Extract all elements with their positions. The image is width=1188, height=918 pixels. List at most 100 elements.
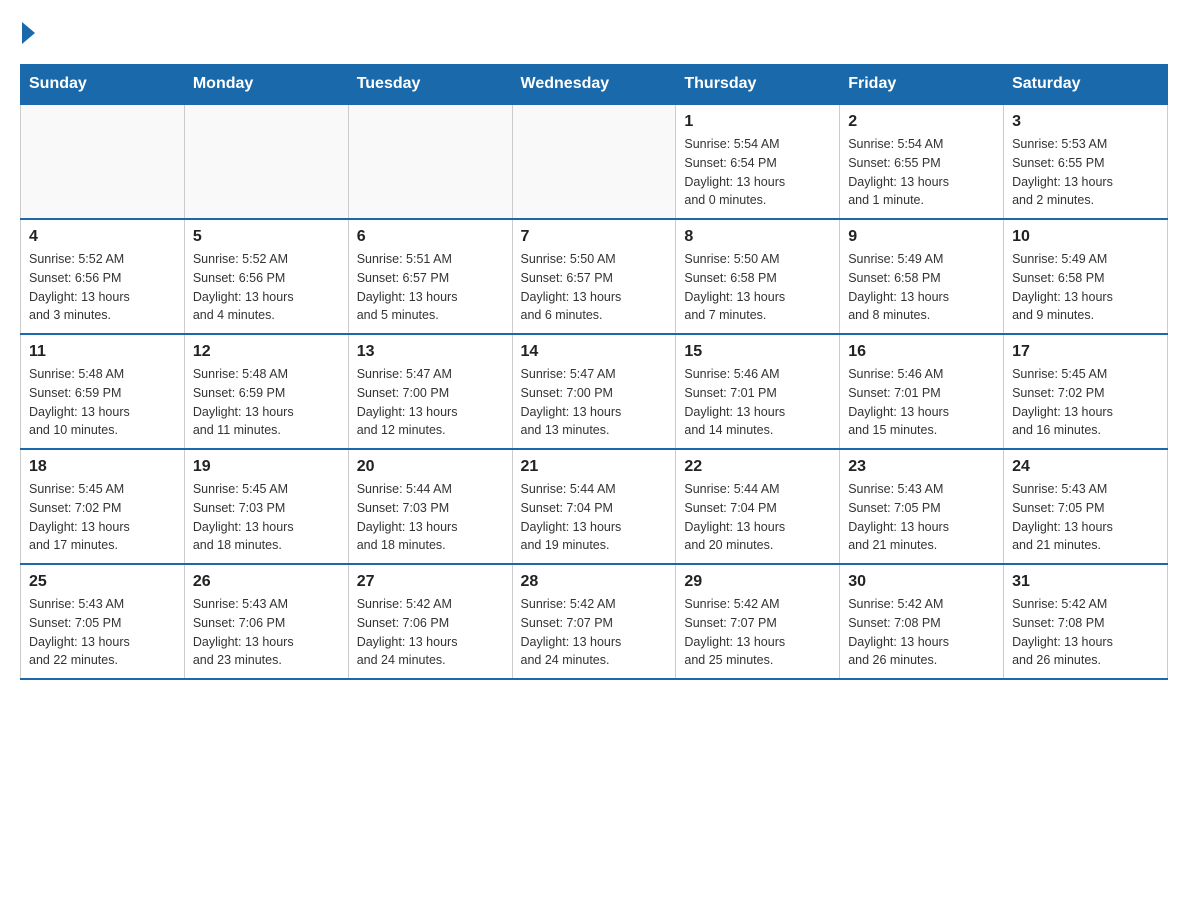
calendar-week-row: 11 Sunrise: 5:48 AM Sunset: 6:59 PM Dayli… (21, 334, 1168, 449)
calendar-cell: 13 Sunrise: 5:47 AM Sunset: 7:00 PM Dayli… (348, 334, 512, 449)
calendar-cell: 5 Sunrise: 5:52 AM Sunset: 6:56 PM Daylig… (184, 219, 348, 334)
day-info: Sunrise: 5:54 AM Sunset: 6:54 PM Dayligh… (684, 135, 831, 210)
day-number: 6 (357, 228, 504, 246)
calendar-cell: 6Sunrise: 5:51 AM Sunset: 6:57 PM Daylig… (348, 219, 512, 334)
day-info: Sunrise: 5:42 AM Sunset: 7:08 PM Dayligh… (848, 595, 995, 670)
calendar-cell: 14 Sunrise: 5:47 AM Sunset: 7:00 PM Dayli… (512, 334, 676, 449)
logo-triangle-icon (22, 22, 35, 44)
weekday-header-monday: Monday (184, 65, 348, 105)
calendar-cell: 25 Sunrise: 5:43 AM Sunset: 7:05 PM Dayli… (21, 564, 185, 679)
day-number: 7 (521, 228, 668, 246)
calendar-cell: 2 Sunrise: 5:54 AM Sunset: 6:55 PM Daylig… (840, 104, 1004, 219)
page-header (20, 20, 1168, 44)
day-info: Sunrise: 5:42 AM Sunset: 7:07 PM Dayligh… (684, 595, 831, 670)
calendar-cell: 31 Sunrise: 5:42 AM Sunset: 7:08 PM Dayli… (1004, 564, 1168, 679)
calendar-cell (184, 104, 348, 219)
day-number: 27 (357, 573, 504, 591)
day-number: 1 (684, 113, 831, 131)
day-info: Sunrise: 5:52 AM Sunset: 6:56 PM Dayligh… (193, 250, 340, 325)
day-info: Sunrise: 5:47 AM Sunset: 7:00 PM Dayligh… (521, 365, 668, 440)
day-number: 24 (1012, 458, 1159, 476)
calendar-cell: 18 Sunrise: 5:45 AM Sunset: 7:02 PM Dayli… (21, 449, 185, 564)
day-number: 30 (848, 573, 995, 591)
day-info: Sunrise: 5:46 AM Sunset: 7:01 PM Dayligh… (684, 365, 831, 440)
weekday-header-saturday: Saturday (1004, 65, 1168, 105)
day-info: Sunrise: 5:49 AM Sunset: 6:58 PM Dayligh… (848, 250, 995, 325)
calendar-week-row: 25 Sunrise: 5:43 AM Sunset: 7:05 PM Dayli… (21, 564, 1168, 679)
day-info: Sunrise: 5:48 AM Sunset: 6:59 PM Dayligh… (29, 365, 176, 440)
calendar-week-row: 18 Sunrise: 5:45 AM Sunset: 7:02 PM Dayli… (21, 449, 1168, 564)
weekday-header-sunday: Sunday (21, 65, 185, 105)
calendar-cell: 1 Sunrise: 5:54 AM Sunset: 6:54 PM Daylig… (676, 104, 840, 219)
day-number: 13 (357, 343, 504, 361)
day-number: 4 (29, 228, 176, 246)
day-number: 12 (193, 343, 340, 361)
day-info: Sunrise: 5:43 AM Sunset: 7:05 PM Dayligh… (1012, 480, 1159, 555)
day-number: 14 (521, 343, 668, 361)
calendar-cell: 15 Sunrise: 5:46 AM Sunset: 7:01 PM Dayli… (676, 334, 840, 449)
day-number: 5 (193, 228, 340, 246)
day-info: Sunrise: 5:47 AM Sunset: 7:00 PM Dayligh… (357, 365, 504, 440)
day-info: Sunrise: 5:43 AM Sunset: 7:05 PM Dayligh… (848, 480, 995, 555)
calendar-cell: 16Sunrise: 5:46 AM Sunset: 7:01 PM Dayli… (840, 334, 1004, 449)
calendar-cell: 21Sunrise: 5:44 AM Sunset: 7:04 PM Dayli… (512, 449, 676, 564)
calendar-cell: 19 Sunrise: 5:45 AM Sunset: 7:03 PM Dayli… (184, 449, 348, 564)
day-info: Sunrise: 5:42 AM Sunset: 7:07 PM Dayligh… (521, 595, 668, 670)
day-info: Sunrise: 5:42 AM Sunset: 7:08 PM Dayligh… (1012, 595, 1159, 670)
day-info: Sunrise: 5:50 AM Sunset: 6:57 PM Dayligh… (521, 250, 668, 325)
calendar-cell: 22Sunrise: 5:44 AM Sunset: 7:04 PM Dayli… (676, 449, 840, 564)
calendar-cell (348, 104, 512, 219)
day-number: 23 (848, 458, 995, 476)
day-number: 15 (684, 343, 831, 361)
calendar-cell: 29 Sunrise: 5:42 AM Sunset: 7:07 PM Dayli… (676, 564, 840, 679)
day-number: 28 (521, 573, 668, 591)
weekday-header-row: SundayMondayTuesdayWednesdayThursdayFrid… (21, 65, 1168, 105)
day-number: 8 (684, 228, 831, 246)
calendar-cell (512, 104, 676, 219)
day-number: 31 (1012, 573, 1159, 591)
day-info: Sunrise: 5:43 AM Sunset: 7:05 PM Dayligh… (29, 595, 176, 670)
day-number: 9 (848, 228, 995, 246)
day-number: 26 (193, 573, 340, 591)
day-number: 18 (29, 458, 176, 476)
day-info: Sunrise: 5:49 AM Sunset: 6:58 PM Dayligh… (1012, 250, 1159, 325)
calendar-cell (21, 104, 185, 219)
day-info: Sunrise: 5:45 AM Sunset: 7:02 PM Dayligh… (29, 480, 176, 555)
calendar-cell: 17Sunrise: 5:45 AM Sunset: 7:02 PM Dayli… (1004, 334, 1168, 449)
calendar-cell: 27 Sunrise: 5:42 AM Sunset: 7:06 PM Dayli… (348, 564, 512, 679)
calendar-cell: 7 Sunrise: 5:50 AM Sunset: 6:57 PM Daylig… (512, 219, 676, 334)
day-info: Sunrise: 5:48 AM Sunset: 6:59 PM Dayligh… (193, 365, 340, 440)
day-info: Sunrise: 5:45 AM Sunset: 7:02 PM Dayligh… (1012, 365, 1159, 440)
calendar-cell: 26 Sunrise: 5:43 AM Sunset: 7:06 PM Dayli… (184, 564, 348, 679)
calendar-cell: 12 Sunrise: 5:48 AM Sunset: 6:59 PM Dayli… (184, 334, 348, 449)
day-info: Sunrise: 5:44 AM Sunset: 7:04 PM Dayligh… (521, 480, 668, 555)
calendar-cell: 23 Sunrise: 5:43 AM Sunset: 7:05 PM Dayli… (840, 449, 1004, 564)
calendar-cell: 4Sunrise: 5:52 AM Sunset: 6:56 PM Daylig… (21, 219, 185, 334)
weekday-header-thursday: Thursday (676, 65, 840, 105)
calendar-week-row: 1 Sunrise: 5:54 AM Sunset: 6:54 PM Daylig… (21, 104, 1168, 219)
day-number: 22 (684, 458, 831, 476)
day-number: 3 (1012, 113, 1159, 131)
day-info: Sunrise: 5:46 AM Sunset: 7:01 PM Dayligh… (848, 365, 995, 440)
calendar-week-row: 4 Sunrise: 5:52 AM Sunset: 6:56 PM Daylig… (21, 219, 1168, 334)
weekday-header-tuesday: Tuesday (348, 65, 512, 105)
calendar-cell: 3 Sunrise: 5:53 AM Sunset: 6:55 PM Daylig… (1004, 104, 1168, 219)
calendar-table: SundayMondayTuesdayWednesdayThursdayFrid… (20, 64, 1168, 680)
day-number: 2 (848, 113, 995, 131)
day-number: 19 (193, 458, 340, 476)
day-number: 20 (357, 458, 504, 476)
day-info: Sunrise: 5:44 AM Sunset: 7:03 PM Dayligh… (357, 480, 504, 555)
day-number: 25 (29, 573, 176, 591)
day-info: Sunrise: 5:43 AM Sunset: 7:06 PM Dayligh… (193, 595, 340, 670)
weekday-header-friday: Friday (840, 65, 1004, 105)
day-info: Sunrise: 5:42 AM Sunset: 7:06 PM Dayligh… (357, 595, 504, 670)
day-info: Sunrise: 5:54 AM Sunset: 6:55 PM Dayligh… (848, 135, 995, 210)
calendar-cell: 30 Sunrise: 5:42 AM Sunset: 7:08 PM Dayli… (840, 564, 1004, 679)
day-info: Sunrise: 5:45 AM Sunset: 7:03 PM Dayligh… (193, 480, 340, 555)
calendar-cell: 20 Sunrise: 5:44 AM Sunset: 7:03 PM Dayli… (348, 449, 512, 564)
logo (20, 20, 35, 44)
day-info: Sunrise: 5:53 AM Sunset: 6:55 PM Dayligh… (1012, 135, 1159, 210)
day-number: 29 (684, 573, 831, 591)
day-number: 10 (1012, 228, 1159, 246)
day-number: 11 (29, 343, 176, 361)
